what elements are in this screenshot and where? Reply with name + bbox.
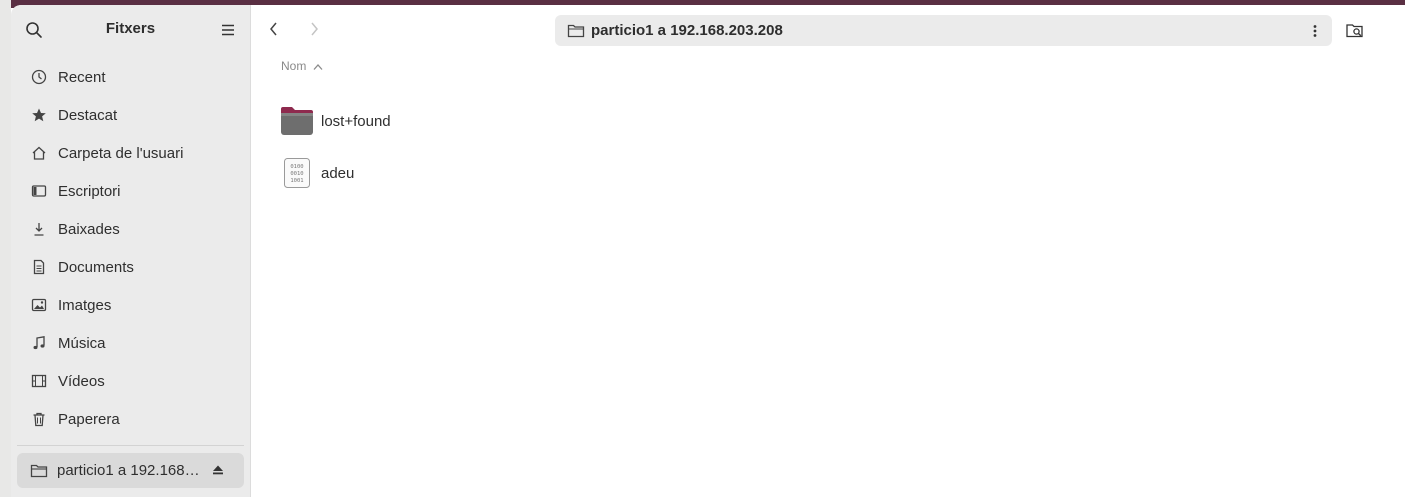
svg-text:0010: 0010 (290, 171, 303, 177)
sidebar-item-network-mount[interactable]: particio1 a 192.168.203.208 (17, 453, 244, 488)
sidebar-item-documents[interactable]: Documents (16, 250, 245, 284)
image-icon (30, 296, 48, 314)
current-location: particio1 a 192.168.203.208 (591, 22, 783, 39)
location-bar[interactable]: particio1 a 192.168.203.208 (555, 15, 1332, 46)
video-icon (30, 372, 48, 390)
list-item[interactable]: 0100 0010 1001 adeu (279, 153, 354, 193)
back-arrow-icon[interactable] (265, 19, 283, 39)
sidebar-item-label: particio1 a 192.168.203.208 (57, 462, 202, 479)
clock-icon (30, 68, 48, 86)
sidebar-item-label: Paperera (58, 410, 120, 428)
list-item[interactable]: lost+found (279, 101, 391, 141)
main-content: particio1 a 192.168.203.208 Nom lost+fou… (251, 5, 1405, 497)
app-title: Fitxers (105, 20, 156, 37)
sort-ascending-icon (312, 61, 324, 71)
file-name: adeu (321, 164, 355, 182)
eject-icon[interactable] (210, 462, 226, 478)
forward-arrow-icon[interactable] (305, 19, 323, 39)
sidebar-item-starred[interactable]: Destacat (16, 98, 245, 132)
sidebar-header: Fitxers (11, 5, 250, 52)
sidebar-item-label: Escriptori (58, 182, 121, 200)
svg-text:1001: 1001 (290, 178, 303, 184)
sidebar-item-label: Música (58, 334, 106, 352)
download-icon (30, 220, 48, 238)
sidebar: Fitxers Recent Destacat Carpeta de l'usu… (11, 5, 251, 497)
sidebar-item-label: Destacat (58, 106, 118, 124)
sidebar-item-recent[interactable]: Recent (16, 60, 245, 94)
sidebar-item-home[interactable]: Carpeta de l'usuari (16, 136, 245, 170)
sidebar-divider (17, 445, 244, 446)
folder-search-icon[interactable] (1345, 21, 1365, 41)
sidebar-item-label: Baixades (58, 220, 120, 238)
sidebar-item-desktop[interactable]: Escriptori (16, 174, 245, 208)
document-icon (30, 258, 48, 276)
file-manager-window: Fitxers Recent Destacat Carpeta de l'usu… (11, 5, 1405, 497)
sidebar-item-label: Carpeta de l'usuari (58, 144, 184, 162)
sidebar-item-label: Recent (58, 68, 106, 86)
sidebar-item-label: Imatges (58, 296, 112, 314)
folder-icon (279, 103, 315, 139)
file-name: lost+found (321, 112, 391, 130)
star-icon (30, 106, 48, 124)
hamburger-menu-icon[interactable] (219, 21, 237, 39)
music-icon (30, 334, 48, 352)
network-folder-icon (30, 462, 48, 480)
home-icon (30, 144, 48, 162)
binary-file-icon: 0100 0010 1001 (279, 155, 315, 191)
column-header-label: Nom (281, 59, 307, 73)
sidebar-item-music[interactable]: Música (16, 326, 245, 360)
sidebar-item-pictures[interactable]: Imatges (16, 288, 245, 322)
sidebar-item-trash[interactable]: Paperera (16, 402, 245, 436)
sidebar-item-label: Vídeos (58, 372, 105, 390)
more-options-icon[interactable] (1308, 22, 1322, 40)
network-folder-icon (567, 22, 585, 40)
sidebar-item-videos[interactable]: Vídeos (16, 364, 245, 398)
desktop-icon (30, 182, 48, 200)
sidebar-item-downloads[interactable]: Baixades (16, 212, 245, 246)
sidebar-item-label: Documents (58, 258, 134, 276)
column-header-name[interactable]: Nom (281, 59, 324, 73)
desktop-edge (0, 0, 11, 497)
trash-icon (30, 410, 48, 428)
svg-text:0100: 0100 (290, 164, 303, 170)
